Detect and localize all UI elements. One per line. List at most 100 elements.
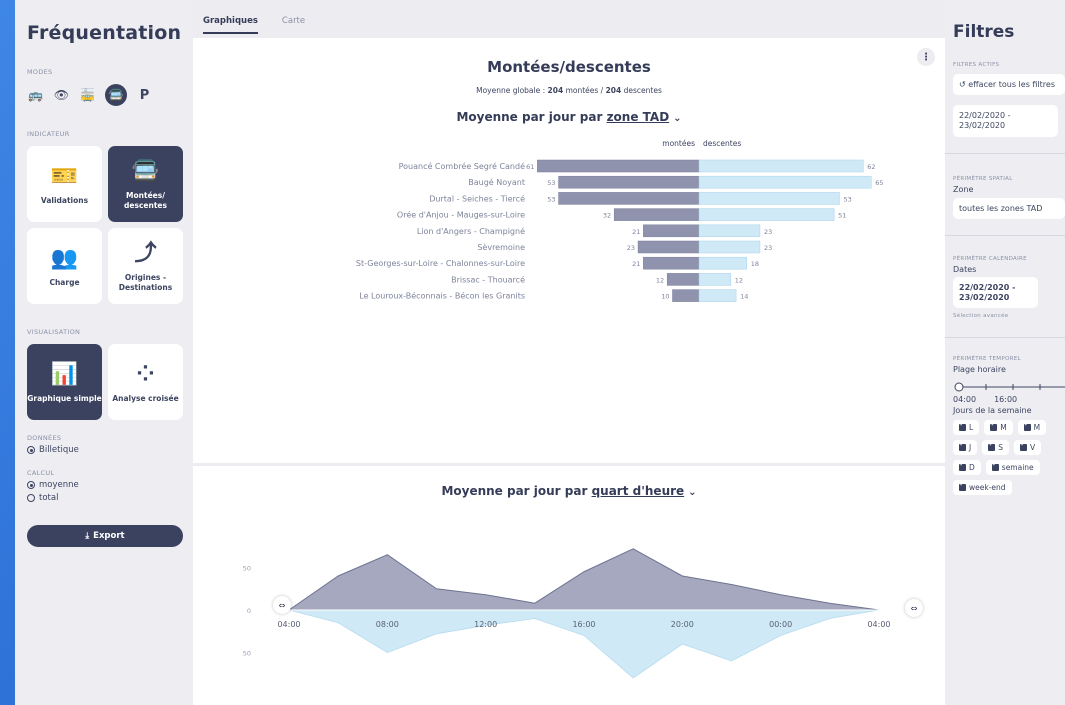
parking-icon[interactable]: P <box>136 87 153 104</box>
undo-icon: ↺ <box>959 80 969 89</box>
day-checkbox-lundi[interactable]: L <box>953 420 980 436</box>
radio-icon <box>27 481 35 489</box>
group-prefix: Moyenne par jour par <box>456 110 607 124</box>
day-checkbox-mardi[interactable]: M <box>984 420 1013 436</box>
data-label: DONNÉES <box>27 434 62 442</box>
day-checkbox-jeudi[interactable]: J <box>953 440 978 456</box>
time-range-slider[interactable] <box>953 380 1065 394</box>
bar-montees <box>537 159 700 173</box>
bus-icon: 🚍 <box>131 158 160 184</box>
bar-descentes <box>698 256 747 270</box>
day-checkbox-semaine[interactable]: semaine <box>985 460 1040 476</box>
day-label: J <box>969 443 972 453</box>
active-date-chip[interactable]: 22/02/2020 - 23/02/2020 <box>953 105 1058 137</box>
advanced-selection-link[interactable]: Sélection avancée <box>953 313 1065 319</box>
visualisation-graphique-simple[interactable]: 📊 Graphique simple <box>27 344 102 420</box>
matrix-icon: ⁘ <box>136 361 155 387</box>
day-checkbox-dimanche[interactable]: D <box>953 460 981 476</box>
visualisation-analyse-croisee[interactable]: ⁘ Analyse croisée <box>108 344 183 420</box>
group-by-dropdown[interactable]: quart d'heure <box>592 484 685 498</box>
days-row-4: week-end <box>953 480 1065 496</box>
bar-chart-icon: 📊 <box>50 361 79 387</box>
day-label: V <box>1029 443 1036 453</box>
data-label-montees: 23 <box>627 244 635 252</box>
calc-option-moyenne[interactable]: moyenne <box>27 480 181 490</box>
checkbox-icon <box>1019 441 1027 452</box>
zone-select[interactable]: toutes les zones TAD <box>953 198 1065 219</box>
checkbox-icon <box>990 421 998 432</box>
bar-montees <box>643 256 700 270</box>
checkbox-icon <box>959 481 966 492</box>
data-label-montees: 53 <box>547 195 555 203</box>
tab-graphiques[interactable]: Graphiques <box>203 16 258 34</box>
day-label: semaine <box>1001 463 1034 473</box>
y-tick-label: 50 <box>243 565 251 573</box>
people-icon: 👥 <box>50 245 79 271</box>
app-title: Fréquentation <box>27 22 182 44</box>
global-up-label: montées / <box>563 86 606 95</box>
data-label-descentes: 12 <box>735 276 743 284</box>
tab-carte[interactable]: Carte <box>282 16 305 34</box>
indicator-charge[interactable]: 👥 Charge <box>27 228 102 304</box>
indicator-cards: 🎫 Validations 🚍 Montées/ descentes 👥 Cha… <box>27 146 183 304</box>
route-icon: ⤴ <box>134 240 157 266</box>
col-header-montees: montées <box>662 139 695 148</box>
tabs: Graphiques Carte <box>203 16 305 34</box>
sidebar: Fréquentation MODES 🚌 👁 🚋 🚍 P INDICATEUR… <box>15 0 193 705</box>
download-icon: ⤓ <box>85 531 90 541</box>
tram-icon[interactable]: 🚋 <box>79 87 96 104</box>
dates-field[interactable]: 22/02/2020 - 23/02/2020 <box>953 277 1038 309</box>
calc-option-total[interactable]: total <box>27 493 181 503</box>
day-checkbox-vendredi[interactable]: V <box>1013 440 1042 456</box>
group-by-dropdown[interactable]: zone TAD <box>607 110 670 124</box>
eye-icon[interactable]: 👁 <box>53 87 70 104</box>
data-label-descentes: 62 <box>867 163 875 171</box>
ticket-icon: 🎫 <box>50 163 79 189</box>
area-chart: 50 0 50 04:00 08:00 12:00 16:00 20:00 00:00 04:00 <box>243 548 891 679</box>
x-tick-label: 16:00 <box>572 620 595 629</box>
modes-list: 🚌 👁 🚋 🚍 P <box>27 84 181 106</box>
x-tick-label: 00:00 <box>769 620 792 629</box>
indicator-label: Charge <box>49 278 80 288</box>
x-tick-label: 04:00 <box>867 620 890 629</box>
data-label-montees: 32 <box>603 212 611 220</box>
export-button[interactable]: ⤓ Export <box>27 525 183 547</box>
chevron-down-icon[interactable]: ⌄ <box>673 113 681 124</box>
indicator-label: INDICATEUR <box>27 130 70 138</box>
divider <box>945 153 1065 154</box>
bottom-chart-panel: Moyenne par jour par quart d'heure ⌄ 50 0 5… <box>193 466 945 705</box>
x-tick-label: 04:00 <box>277 620 300 629</box>
indicator-origines-destinations[interactable]: ⤴ Origines - Destinations <box>108 228 183 304</box>
bus-icon[interactable]: 🚌 <box>27 87 44 104</box>
on-demand-bus-icon[interactable]: 🚍 <box>105 84 127 106</box>
data-label-montees: 53 <box>547 179 555 187</box>
clear-filters-label: effacer tous les filtres <box>968 80 1056 89</box>
data-label-montees: 21 <box>632 260 640 268</box>
bar-montees <box>558 192 700 205</box>
data-label-montees: 61 <box>526 163 534 171</box>
y-tick-label: 50 <box>243 650 251 658</box>
calc-label: CALCUL <box>27 469 55 477</box>
clear-filters-button[interactable]: ↺ effacer tous les filtres <box>953 74 1065 95</box>
visualisation-label: Graphique simple <box>27 394 102 404</box>
day-checkbox-mercredi[interactable]: M <box>1017 420 1047 436</box>
global-down-value: 204 <box>605 86 622 95</box>
indicator-label: Validations <box>40 196 89 206</box>
day-label: week-end <box>969 483 1006 493</box>
scroll-right-handle-icon[interactable]: ⇔ <box>905 599 923 617</box>
indicator-validations[interactable]: 🎫 Validations <box>27 146 102 222</box>
chevron-down-icon[interactable]: ⌄ <box>688 487 696 498</box>
indicator-label: Montées/ descentes <box>124 191 167 211</box>
day-label: D <box>969 463 975 473</box>
divider <box>945 337 1065 339</box>
indicator-montees-descentes[interactable]: 🚍 Montées/ descentes <box>108 146 183 222</box>
day-checkbox-samedi[interactable]: S <box>982 440 1009 456</box>
scroll-left-handle-icon[interactable]: ⇔ <box>273 596 291 614</box>
bar-montees <box>643 224 700 238</box>
bar-montees <box>672 289 700 302</box>
category-label: Lion d'Angers - Champigné <box>417 226 525 236</box>
subtitle-prefix: Moyenne globale : <box>476 86 548 95</box>
day-checkbox-week-end[interactable]: week-end <box>953 480 1012 496</box>
data-option-billetique[interactable]: Billetique <box>27 445 181 455</box>
y-tick-label: 0 <box>247 607 251 615</box>
